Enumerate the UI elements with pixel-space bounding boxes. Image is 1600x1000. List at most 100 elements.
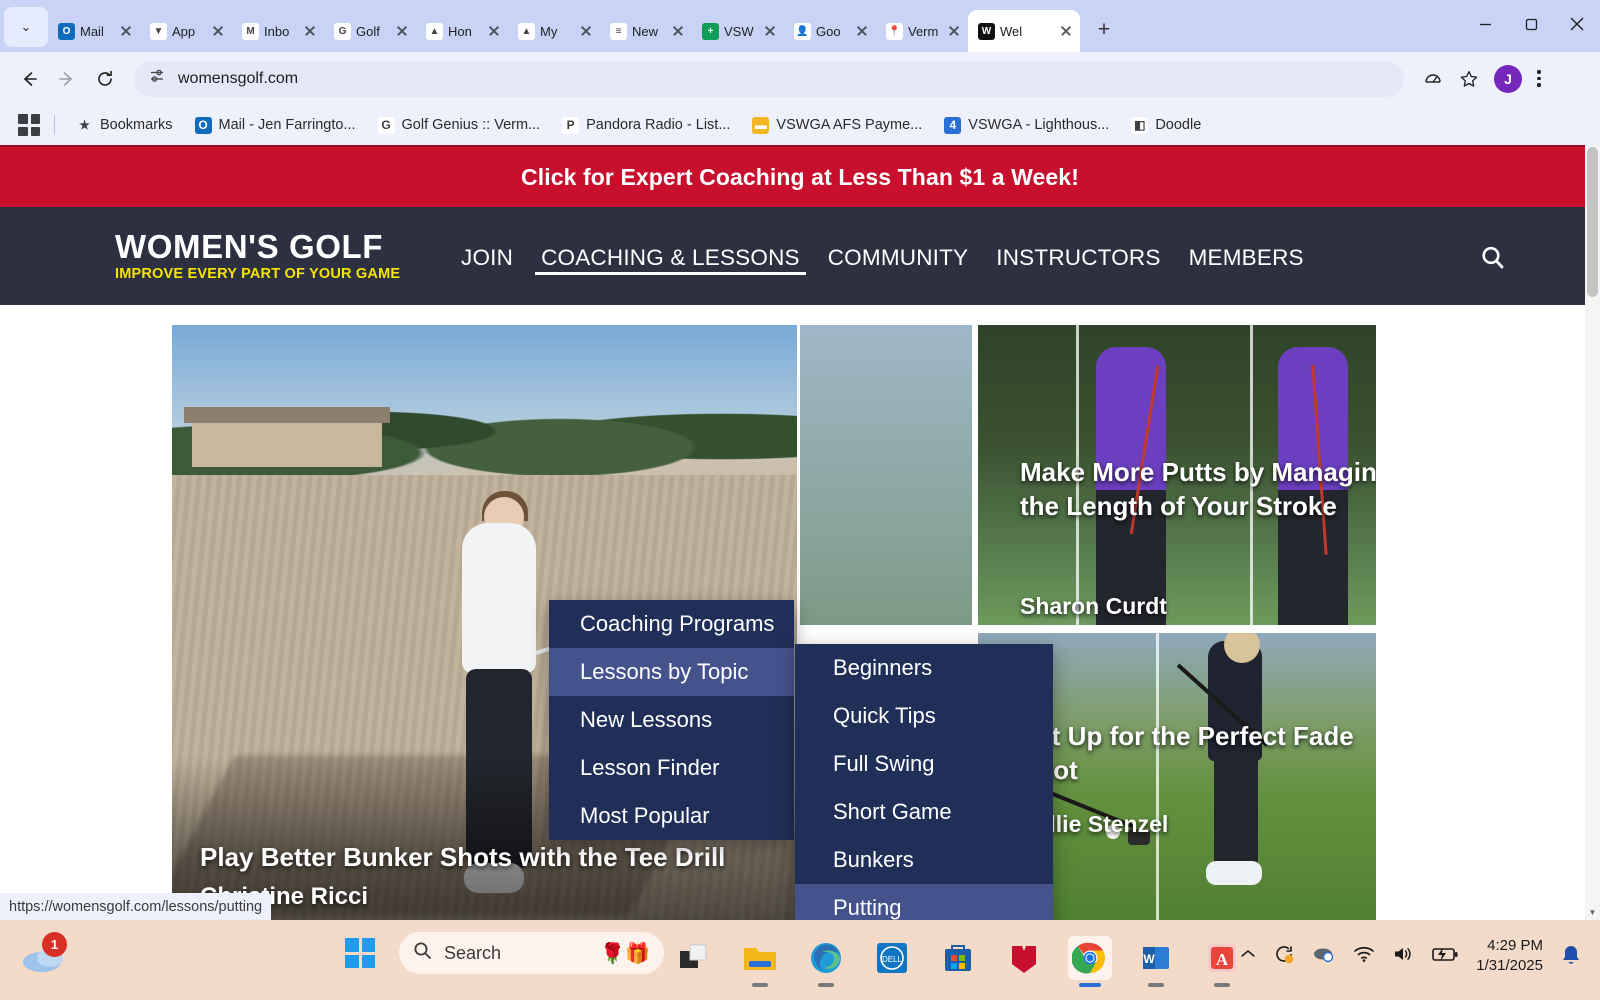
nav-item-community[interactable]: COMMUNITY bbox=[814, 211, 983, 301]
menu-item-lessons-by-topic[interactable]: Lessons by Topic bbox=[549, 648, 794, 696]
microsoft-store-icon[interactable] bbox=[936, 936, 980, 980]
google-drive-icon: ▲ bbox=[518, 22, 535, 40]
performance-icon[interactable] bbox=[1416, 62, 1450, 96]
star-icon[interactable] bbox=[1452, 62, 1486, 96]
mcafee-icon[interactable] bbox=[1002, 936, 1046, 980]
menu-item-lesson-finder[interactable]: Lesson Finder bbox=[549, 744, 794, 792]
bookmark-label: Bookmarks bbox=[100, 117, 173, 133]
browser-tab[interactable]: ≡ New bbox=[600, 10, 692, 52]
browser-tab[interactable]: 👤 Goo bbox=[784, 10, 876, 52]
tab-search-button[interactable]: ⌄ bbox=[4, 7, 48, 47]
bookmark-item[interactable]: ▬ VSWGA AFS Payme... bbox=[743, 113, 931, 138]
sync-icon[interactable] bbox=[1273, 943, 1295, 970]
tab-close-icon[interactable] bbox=[946, 23, 962, 39]
google-docs-icon: ≡ bbox=[610, 22, 627, 40]
tab-close-icon[interactable] bbox=[670, 23, 686, 39]
tab-close-icon[interactable] bbox=[762, 23, 778, 39]
volume-icon[interactable] bbox=[1392, 945, 1414, 968]
tab-close-icon[interactable] bbox=[302, 23, 318, 39]
menu-item-full-swing[interactable]: Full Swing bbox=[795, 740, 1053, 788]
menu-item-short-game[interactable]: Short Game bbox=[795, 788, 1053, 836]
google-maps-icon: 📍 bbox=[886, 22, 903, 40]
menu-item-coaching-programs[interactable]: Coaching Programs bbox=[549, 600, 794, 648]
browser-tab[interactable]: 📍 Verm bbox=[876, 10, 968, 52]
card-middle[interactable] bbox=[800, 325, 972, 625]
google-sheets-icon: + bbox=[702, 22, 719, 40]
browser-tab[interactable]: W Wel bbox=[968, 10, 1080, 52]
close-icon[interactable] bbox=[1554, 2, 1600, 46]
promo-banner[interactable]: Click for Expert Coaching at Less Than $… bbox=[0, 145, 1600, 207]
back-icon[interactable] bbox=[12, 62, 46, 96]
gift-icon[interactable]: 🌹🎁 bbox=[600, 941, 650, 966]
bookmark-item[interactable]: O Mail - Jen Farringto... bbox=[186, 113, 365, 138]
adobe-acrobat-icon[interactable]: A bbox=[1200, 936, 1244, 980]
weather-widget[interactable]: 1 bbox=[20, 932, 76, 986]
browser-tab[interactable]: ▼ App bbox=[140, 10, 232, 52]
minimize-icon[interactable] bbox=[1462, 2, 1508, 46]
nav-item-coaching-lessons[interactable]: COACHING & LESSONS bbox=[527, 211, 814, 301]
site-settings-icon[interactable] bbox=[148, 67, 166, 90]
kebab-menu-icon[interactable] bbox=[1524, 62, 1554, 96]
bookmark-item[interactable]: ★ Bookmarks bbox=[67, 113, 182, 138]
show-hidden-icons-chevron[interactable] bbox=[1240, 947, 1256, 965]
scroll-down-arrow[interactable]: ▼ bbox=[1585, 905, 1600, 920]
battery-charging-icon[interactable] bbox=[1431, 945, 1459, 968]
card-top-right[interactable]: Make More Putts by Managing the Length o… bbox=[978, 325, 1376, 625]
forward-icon[interactable] bbox=[50, 62, 84, 96]
main-navigation: JOIN COACHING & LESSONS COMMUNITY INSTRUCTO… bbox=[447, 207, 1318, 305]
browser-tab[interactable]: M Inbo bbox=[232, 10, 324, 52]
maximize-icon[interactable] bbox=[1508, 2, 1554, 46]
browser-tab[interactable]: O Mail bbox=[48, 10, 140, 52]
apps-grid-icon[interactable] bbox=[18, 114, 40, 136]
tab-close-icon[interactable] bbox=[578, 23, 594, 39]
microsoft-word-icon[interactable]: W bbox=[1134, 936, 1178, 980]
url-text[interactable]: womensgolf.com bbox=[178, 70, 298, 88]
browser-tab-label: Hon bbox=[448, 23, 472, 39]
tab-close-icon[interactable] bbox=[486, 23, 502, 39]
tab-close-icon[interactable] bbox=[854, 23, 870, 39]
menu-item-putting[interactable]: Putting bbox=[795, 884, 1053, 920]
bookmark-item[interactable]: G Golf Genius :: Verm... bbox=[369, 113, 550, 138]
task-view-icon[interactable] bbox=[672, 936, 716, 980]
tab-close-icon[interactable] bbox=[1058, 23, 1074, 39]
bookmark-item[interactable]: ◧ Doodle bbox=[1122, 113, 1210, 138]
onedrive-icon[interactable] bbox=[1312, 944, 1336, 969]
tab-close-icon[interactable] bbox=[394, 23, 410, 39]
menu-item-new-lessons[interactable]: New Lessons bbox=[549, 696, 794, 744]
windows-start-icon[interactable] bbox=[345, 938, 375, 968]
dell-icon[interactable]: DELL bbox=[870, 936, 914, 980]
bell-icon[interactable] bbox=[1560, 944, 1582, 968]
bookmark-item[interactable]: 4 VSWGA - Lighthous... bbox=[935, 113, 1118, 138]
menu-item-bunkers[interactable]: Bunkers bbox=[795, 836, 1053, 884]
microsoft-edge-icon[interactable] bbox=[804, 936, 848, 980]
new-tab-button[interactable]: + bbox=[1088, 14, 1120, 46]
nav-item-members[interactable]: MEMBERS bbox=[1175, 211, 1318, 301]
site-logo[interactable]: WOMEN'S GOLF IMPROVE EVERY PART OF YOUR … bbox=[115, 230, 425, 283]
nav-item-join[interactable]: JOIN bbox=[447, 211, 527, 301]
taskbar-center: Search 🌹🎁 bbox=[345, 932, 664, 974]
menu-item-beginners[interactable]: Beginners bbox=[795, 644, 1053, 692]
menu-item-most-popular[interactable]: Most Popular bbox=[549, 792, 794, 840]
address-bar[interactable]: womensgolf.com bbox=[134, 60, 1404, 97]
taskbar-clock[interactable]: 4:29 PM 1/31/2025 bbox=[1476, 936, 1543, 977]
menu-item-quick-tips[interactable]: Quick Tips bbox=[795, 692, 1053, 740]
browser-tab[interactable]: ▲ My bbox=[508, 10, 600, 52]
taskbar-search-input[interactable]: Search bbox=[444, 943, 588, 964]
page-scrollbar[interactable]: ▲ ▼ bbox=[1585, 145, 1600, 920]
browser-tab[interactable]: + VSW bbox=[692, 10, 784, 52]
tab-close-icon[interactable] bbox=[118, 23, 134, 39]
brand-tagline: IMPROVE EVERY PART OF YOUR GAME bbox=[115, 266, 401, 283]
scrollbar-thumb[interactable] bbox=[1587, 147, 1598, 297]
nav-item-instructors[interactable]: INSTRUCTORS bbox=[982, 211, 1174, 301]
browser-tab[interactable]: ▲ Hon bbox=[416, 10, 508, 52]
tab-close-icon[interactable] bbox=[210, 23, 226, 39]
reload-icon[interactable] bbox=[88, 62, 122, 96]
profile-avatar[interactable]: J bbox=[1494, 64, 1522, 93]
wifi-icon[interactable] bbox=[1353, 945, 1375, 968]
search-icon[interactable] bbox=[1472, 237, 1514, 279]
google-chrome-icon[interactable] bbox=[1068, 936, 1112, 980]
bookmark-item[interactable]: P Pandora Radio - List... bbox=[553, 113, 739, 138]
browser-tab[interactable]: G Golf bbox=[324, 10, 416, 52]
taskbar-search[interactable]: Search 🌹🎁 bbox=[399, 932, 664, 974]
file-explorer-icon[interactable] bbox=[738, 936, 782, 980]
